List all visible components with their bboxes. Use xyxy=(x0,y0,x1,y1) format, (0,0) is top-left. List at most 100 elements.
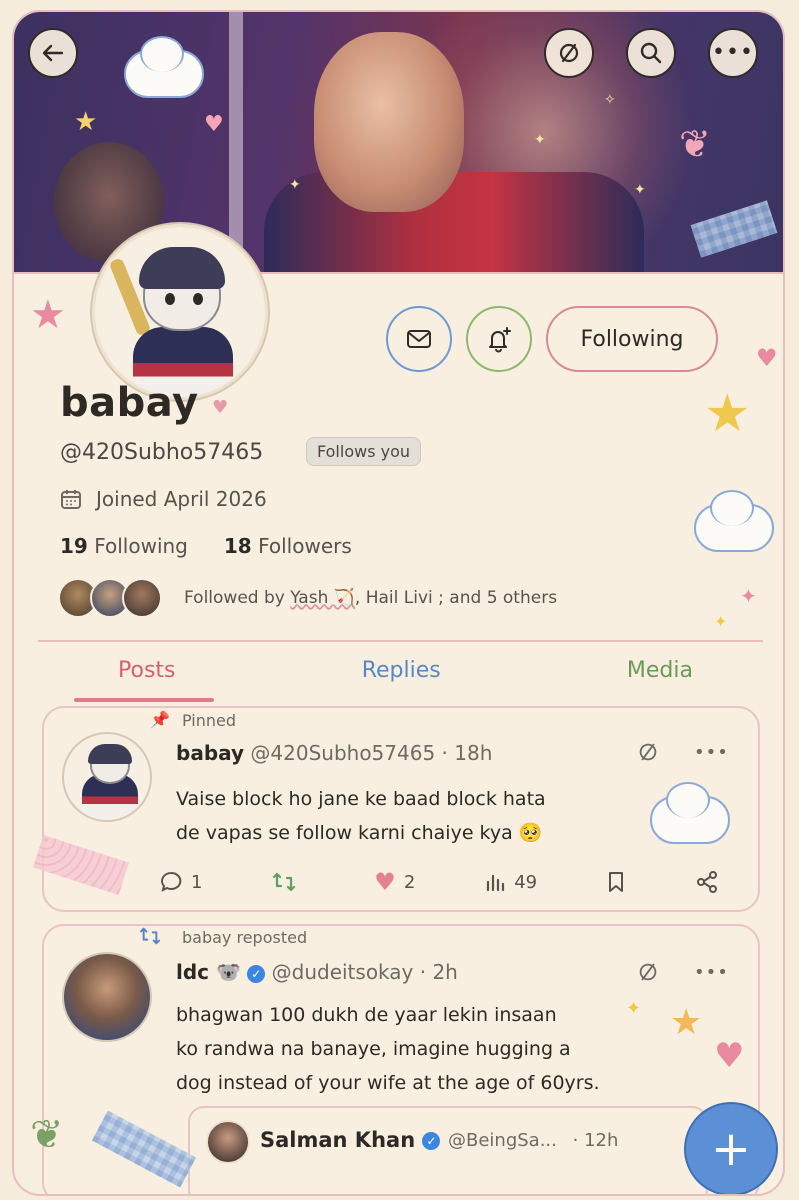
post-handle[interactable]: @420Subho57465 xyxy=(250,741,435,765)
profile-handle: @420Subho57465 xyxy=(60,440,264,465)
post-handle[interactable]: @dudeitsokay xyxy=(272,960,414,984)
post-text-line: ko randwa na banaye, imagine hugging a xyxy=(176,1038,571,1060)
search-button[interactable] xyxy=(626,28,676,78)
mail-icon xyxy=(407,330,431,348)
star-icon: ★ xyxy=(30,292,66,338)
section-divider xyxy=(38,640,763,642)
heart-icon: ♥ xyxy=(204,112,224,137)
sparkle-icon: ✦ xyxy=(289,177,301,193)
follower-avatar xyxy=(122,578,162,618)
verified-icon: ✓ xyxy=(422,1132,441,1150)
butterfly-icon: ❦ xyxy=(679,122,711,166)
heart-icon: ♥ xyxy=(756,344,778,372)
post-avatar[interactable] xyxy=(62,952,152,1042)
more-button[interactable]: ••• xyxy=(708,28,758,78)
avatar-eye xyxy=(165,293,175,305)
plus-icon: + xyxy=(710,1121,752,1177)
tab-posts[interactable]: Posts xyxy=(118,658,176,698)
quoted-post[interactable]: Salman Khan ✓ @BeingSa... · 12h xyxy=(188,1106,708,1194)
like-button[interactable]: ♥ 2 xyxy=(374,868,415,896)
compose-button[interactable]: + xyxy=(684,1102,778,1194)
more-horizontal-icon: ••• xyxy=(712,40,754,65)
post-text-line: dog instead of your wife at the age of 6… xyxy=(176,1072,600,1094)
bell-plus-icon xyxy=(489,327,511,353)
repost-button[interactable] xyxy=(271,871,305,893)
mute-post-button[interactable] xyxy=(636,740,660,770)
post-avatar[interactable] xyxy=(62,732,152,822)
avatar-helmet xyxy=(139,247,225,289)
mute-button[interactable] xyxy=(544,28,594,78)
post-more-button[interactable]: ••• xyxy=(694,962,729,983)
quote-author: Salman Khan ✓ xyxy=(260,1128,441,1152)
avatar-eye xyxy=(193,293,203,305)
post-author-line: ldc 🐨 ✓ @dudeitsokay · 2h xyxy=(176,960,458,984)
banner-stripe xyxy=(229,12,243,272)
calendar-icon xyxy=(61,490,81,509)
star-icon: ★ xyxy=(74,107,98,137)
repost-label: babay reposted xyxy=(182,928,308,947)
banner-face xyxy=(314,32,464,212)
repost-icon xyxy=(273,872,296,892)
views-button[interactable]: 49 xyxy=(484,871,537,893)
reply-button[interactable]: 1 xyxy=(159,870,202,894)
profile-tabs: Posts Replies Media xyxy=(38,658,763,698)
post-more-button[interactable]: ••• xyxy=(694,742,729,763)
heart-icon: ♥ xyxy=(374,868,396,896)
sparkle-icon: ✦ xyxy=(634,182,646,198)
followers-stat[interactable]: 18 Followers xyxy=(224,534,352,558)
joined-row: Joined April 2026 xyxy=(60,487,267,511)
post-time: · 2h xyxy=(419,960,458,984)
follow-stats: 19 Following 18 Followers xyxy=(60,534,352,558)
post-actions: 1 ♥ 2 49 xyxy=(159,868,719,896)
follows-you-badge: Follows you xyxy=(306,437,422,466)
quote-handle-line: @BeingSa... · 12h xyxy=(448,1130,618,1151)
followed-by-name[interactable]: , Hail Livi xyxy=(355,588,433,608)
joined-date: Joined April 2026 xyxy=(96,487,267,511)
post-text-line: Vaise block ho jane ke baad block hata xyxy=(176,788,546,810)
quote-author-name: Salman Khan xyxy=(260,1128,416,1152)
banner-jersey xyxy=(264,172,644,272)
bookmark-button[interactable] xyxy=(606,870,626,894)
heart-icon: ♥ xyxy=(714,1036,745,1076)
post-author[interactable]: ldc 🐨 xyxy=(176,960,241,984)
sparkle-icon: ✦ xyxy=(626,998,642,1019)
profile-page: ★ ♥ ✦ ✦ ✧ ✦ ❦ ••• Following babay ♥ @420… xyxy=(12,10,785,1196)
post-text-line: bhagwan 100 dukh de yaar lekin insaan xyxy=(176,1004,557,1026)
repost-indicator xyxy=(138,926,162,950)
followed-by-name[interactable]: Yash 🏹 xyxy=(290,588,355,608)
heart-icon: ♥ xyxy=(212,397,229,418)
tab-media[interactable]: Media xyxy=(627,658,693,698)
active-tab-indicator xyxy=(74,698,214,702)
back-button[interactable] xyxy=(28,28,78,78)
profile-avatar[interactable] xyxy=(92,224,268,400)
following-button[interactable]: Following xyxy=(546,306,718,372)
post-time: · 18h xyxy=(441,741,493,765)
sparkle-icon: ✦ xyxy=(534,132,546,148)
star-icon: ★ xyxy=(704,384,751,444)
star-icon: ★ xyxy=(670,1002,703,1043)
message-button[interactable] xyxy=(386,306,452,372)
slash-circle-icon xyxy=(639,963,657,981)
followed-by-row[interactable]: Followed by Yash 🏹, Hail Livi ; and 5 ot… xyxy=(58,578,557,618)
followed-by-prefix: Followed by xyxy=(184,588,285,608)
post-text: bhagwan 100 dukh de yaar lekin insaan ko… xyxy=(176,998,600,1100)
view-count: 49 xyxy=(514,871,538,893)
share-icon xyxy=(696,871,717,893)
followed-by-others: ; and 5 others xyxy=(438,588,558,608)
verified-icon: ✓ xyxy=(247,964,266,983)
bookmark-icon xyxy=(609,872,624,892)
cloud-decoration xyxy=(650,782,730,844)
followers-count: 18 xyxy=(223,534,252,558)
mute-post-button[interactable] xyxy=(636,960,660,988)
leaf-icon: ❦ xyxy=(30,1112,64,1158)
post-author[interactable]: babay xyxy=(176,741,244,765)
quote-avatar xyxy=(206,1120,250,1164)
tab-replies[interactable]: Replies xyxy=(362,658,441,698)
notify-button[interactable] xyxy=(466,306,532,372)
followed-by-text: Followed by Yash 🏹, Hail Livi ; and 5 ot… xyxy=(184,588,557,608)
pinned-label: Pinned xyxy=(182,711,237,730)
arrow-left-icon xyxy=(42,44,64,62)
following-stat[interactable]: 19 Following xyxy=(60,534,188,558)
share-button[interactable] xyxy=(695,870,719,894)
bar-chart-icon xyxy=(487,874,505,892)
